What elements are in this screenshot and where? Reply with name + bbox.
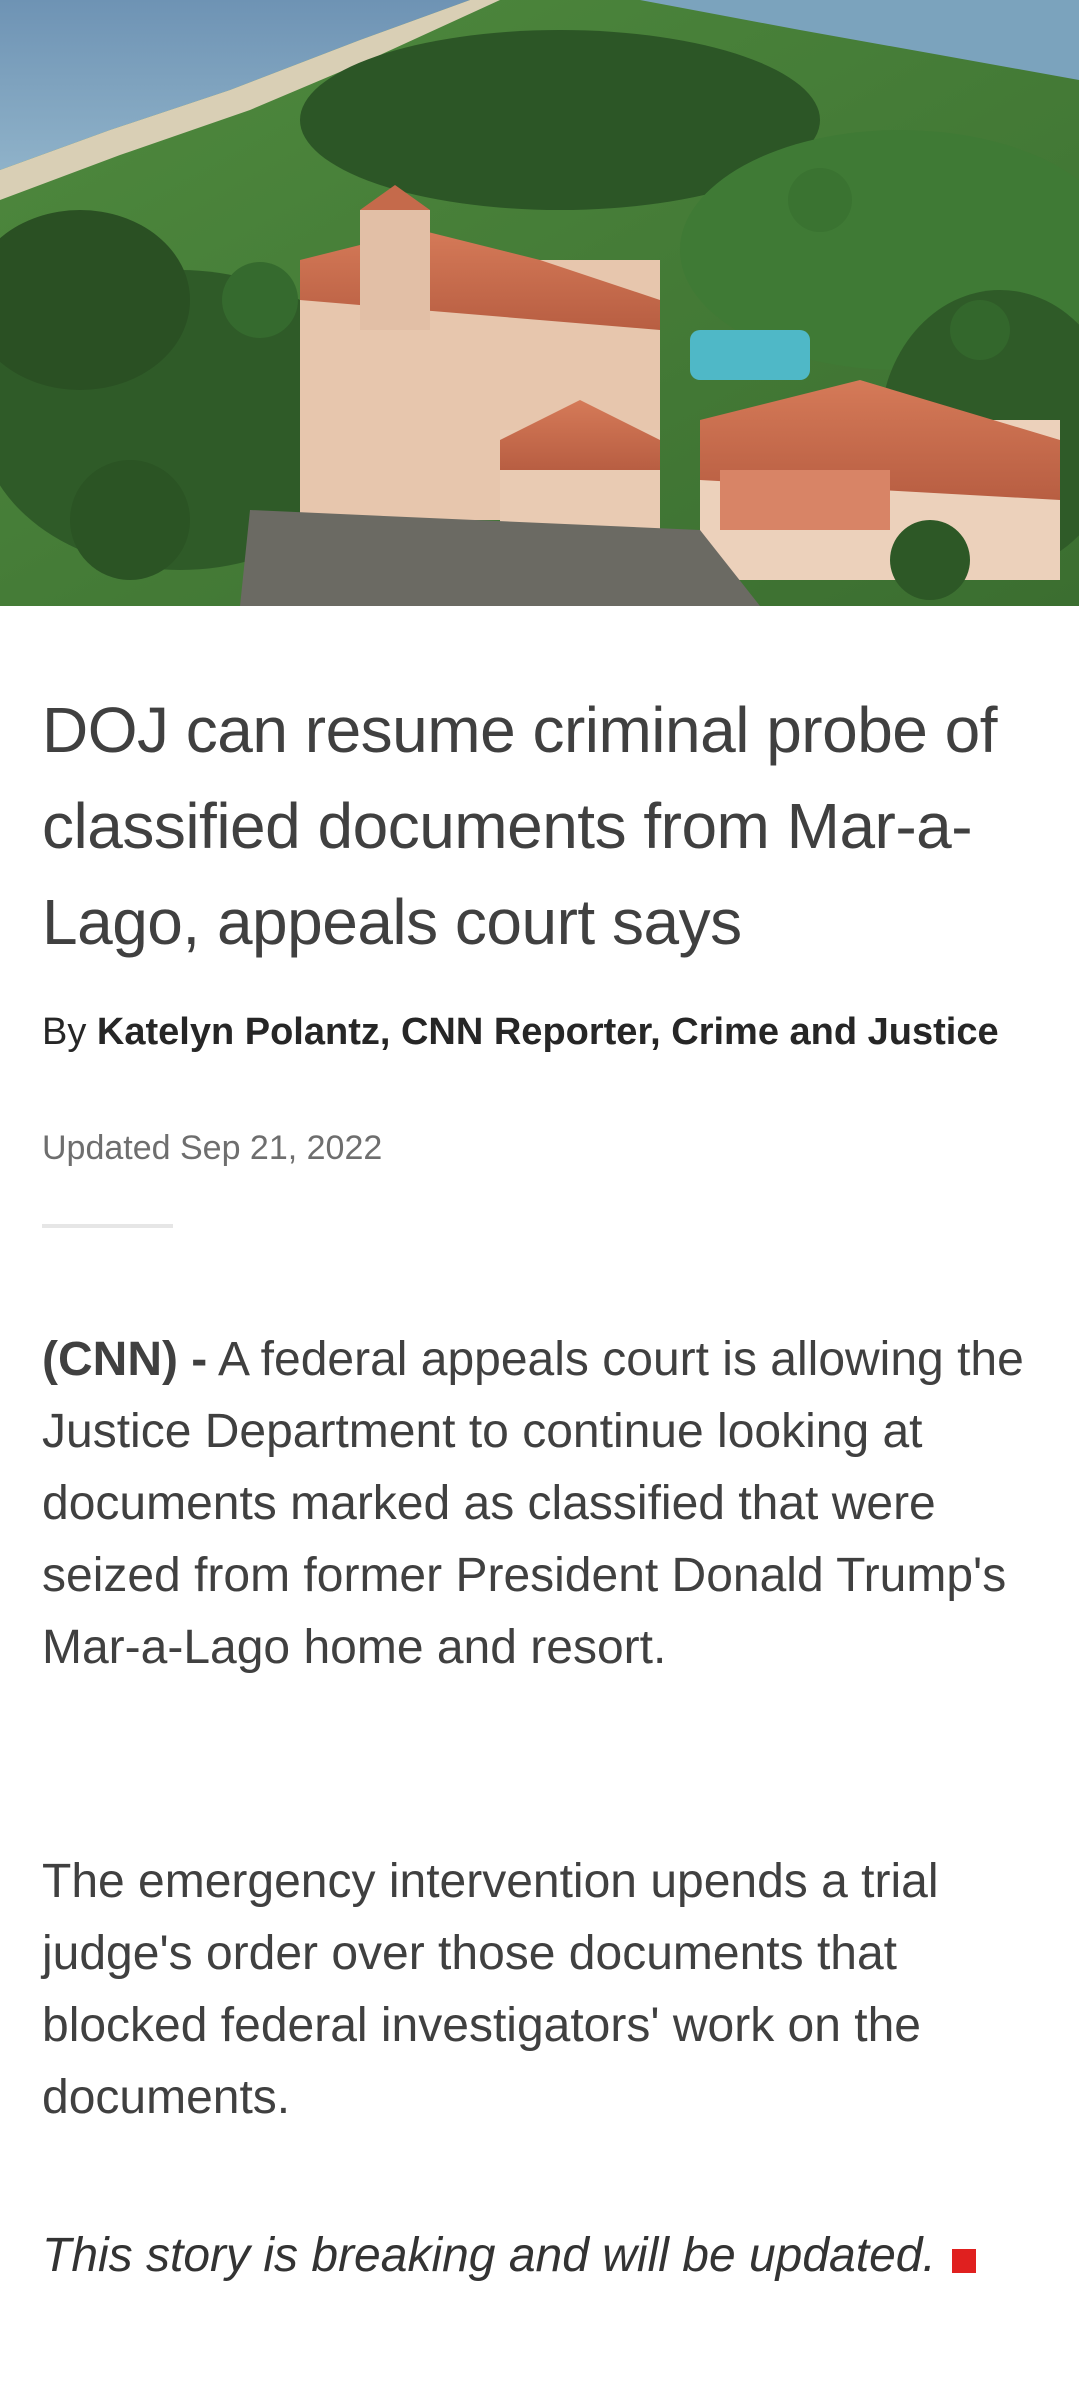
byline-author[interactable]: Katelyn Polantz, CNN Reporter, Crime and… [97,1011,999,1053]
updated-timestamp: Updated Sep 21, 2022 [42,1129,383,1167]
hero-image[interactable] [0,0,1079,606]
end-marker-icon [951,2249,976,2273]
headline: DOJ can resume criminal probe of classif… [42,694,998,958]
paragraph: The emergency intervention upends a tria… [42,1855,939,2124]
breaking-note: This story is breaking and will be updat… [42,2220,1037,2292]
breaking-note-text: This story is breaking and will be updat… [42,2229,936,2282]
byline: By Katelyn Polantz, CNN Reporter, Crime … [42,1004,1002,1060]
byline-prefix: By [42,1011,87,1053]
source-tag: (CNN) - [42,1333,208,1386]
aerial-estate-photo [0,0,1079,606]
paragraph: (CNN) - A federal appeals court is allow… [42,1324,1037,1684]
divider [42,1224,173,1228]
